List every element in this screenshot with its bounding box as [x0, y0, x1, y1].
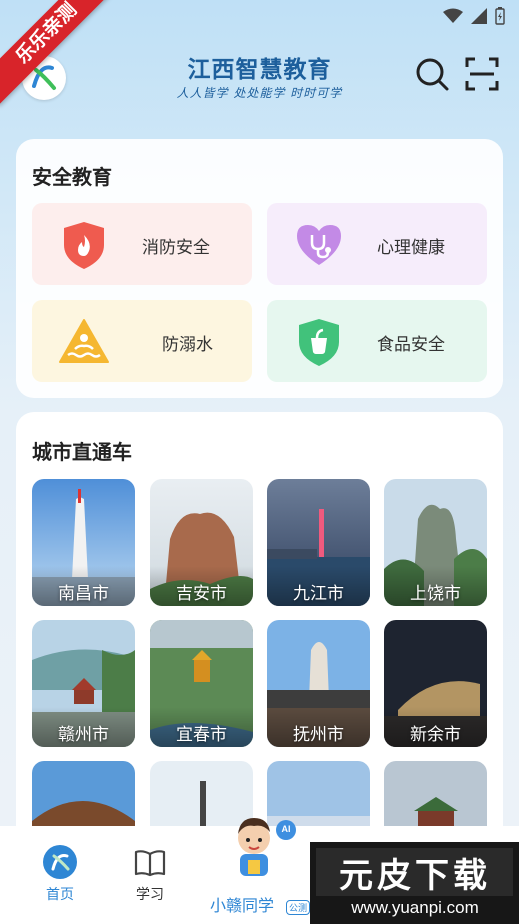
safety-tile-mental-health[interactable]: 心理健康 — [267, 203, 487, 285]
city-label: 南昌市 — [58, 584, 109, 603]
tile-label: 食品安全 — [377, 335, 445, 354]
tile-label: 防溺水 — [162, 335, 213, 354]
beta-badge: 公测 — [286, 900, 310, 915]
section-title-safety: 安全教育 — [32, 167, 112, 189]
watermark-title: 元皮下载 — [339, 857, 491, 895]
safety-education-card: 安全教育 消防安全 心理健康 防溺水 食品安全 — [16, 139, 503, 398]
safety-tile-drowning[interactable]: 防溺水 — [32, 300, 252, 382]
signal-icon — [471, 8, 487, 24]
city-label: 抚州市 — [293, 725, 344, 744]
scan-icon — [465, 57, 499, 91]
fire-shield-icon — [64, 222, 104, 269]
city-label: 宜春市 — [176, 725, 227, 744]
city-label: 九江市 — [293, 584, 344, 603]
nav-home-label: 首页 — [46, 886, 74, 902]
city-label: 新余市 — [410, 725, 461, 744]
search-icon — [416, 58, 449, 91]
food-shield-icon — [299, 319, 339, 366]
city-card-fuzhou[interactable]: 抚州市 — [267, 620, 370, 747]
city-card-yichun[interactable]: 宜春市 — [150, 620, 253, 747]
search-button[interactable] — [414, 56, 450, 92]
scan-button[interactable] — [464, 56, 500, 92]
nav-home[interactable]: 首页 — [36, 844, 84, 904]
city-card-ganzhou[interactable]: 赣州市 — [32, 620, 135, 747]
watermark: 元皮下载 www.yuanpi.com — [310, 842, 519, 924]
book-icon — [134, 850, 166, 877]
battery-icon — [495, 7, 505, 25]
city-card-jian[interactable]: 吉安市 — [150, 479, 253, 606]
drowning-warning-icon — [59, 319, 109, 363]
watermark-url: www.yuanpi.com — [351, 898, 479, 917]
ai-tag: AI — [281, 824, 291, 834]
city-card-nanchang[interactable]: 南昌市 — [32, 479, 135, 606]
city-label: 上饶市 — [410, 584, 461, 603]
city-card-xinyu[interactable]: 新余市 — [384, 620, 487, 747]
city-label: 赣州市 — [58, 725, 109, 744]
safety-tile-food[interactable]: 食品安全 — [267, 300, 487, 382]
city-label: 吉安市 — [176, 584, 227, 603]
safety-tile-fire[interactable]: 消防安全 — [32, 203, 252, 285]
tile-label: 心理健康 — [377, 238, 445, 257]
city-express-card: 城市直通车 南昌市 吉安市 九江市 上饶市 赣州市 宜春市 抚州市 新余市 — [16, 412, 503, 852]
tile-label: 消防安全 — [142, 238, 210, 257]
wifi-icon — [443, 8, 463, 23]
ai-assistant-avatar-icon — [238, 818, 296, 876]
city-card-jiujiang[interactable]: 九江市 — [267, 479, 370, 606]
city-card-shangrao[interactable]: 上饶市 — [384, 479, 487, 606]
section-title-cities: 城市直通车 — [32, 442, 132, 464]
nav-assistant-label: 小赣同学 — [210, 898, 275, 915]
status-icons — [443, 7, 505, 25]
nav-study[interactable]: 学习 — [124, 844, 176, 904]
nav-study-label: 学习 — [136, 886, 164, 902]
home-icon — [43, 845, 77, 879]
header: 江西智慧教育 人人皆学 处处能学 时时可学 — [0, 40, 519, 120]
heart-stethoscope-icon — [297, 225, 341, 265]
